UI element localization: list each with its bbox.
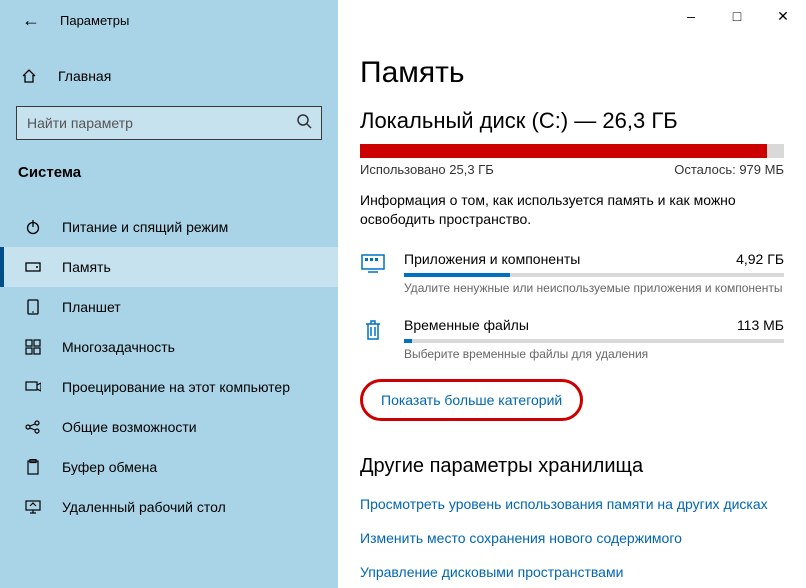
sidebar-item-label: Питание и спящий режим xyxy=(62,219,228,235)
other-storage-title: Другие параметры хранилища xyxy=(360,455,784,478)
search-input[interactable] xyxy=(16,106,322,140)
main-content: – □ ✕ Память Локальный диск (C:) — 26,3 … xyxy=(338,0,806,588)
used-label: Использовано 25,3 ГБ xyxy=(360,162,494,177)
category-apps[interactable]: Приложения и компоненты 4,92 ГБ Удалите … xyxy=(360,251,784,295)
sidebar-item-label: Планшет xyxy=(62,299,121,315)
shared-icon xyxy=(24,419,42,435)
show-more-categories-link[interactable]: Показать больше категорий xyxy=(360,379,583,421)
sidebar-item-label: Многозадачность xyxy=(62,339,175,355)
multitask-icon xyxy=(24,339,42,355)
sidebar-item-label: Проецирование на этот компьютер xyxy=(62,379,290,395)
disk-label: Локальный диск (C:) — 26,3 ГБ xyxy=(360,108,784,134)
sidebar-item-label: Общие возможности xyxy=(62,419,197,435)
sidebar-item-project[interactable]: Проецирование на этот компьютер xyxy=(0,367,338,407)
home-label: Главная xyxy=(58,68,111,84)
back-arrow-icon[interactable]: ← xyxy=(22,10,40,31)
sidebar-item-tablet[interactable]: Планшет xyxy=(0,287,338,327)
apps-icon xyxy=(360,251,386,295)
search-field-wrap xyxy=(16,106,322,140)
category-name: Временные файлы xyxy=(404,317,529,333)
sidebar-section-title: Система xyxy=(18,164,338,181)
maximize-button[interactable]: □ xyxy=(714,0,760,32)
page-title: Память xyxy=(360,56,784,90)
sidebar-item-clipboard[interactable]: Буфер обмена xyxy=(0,447,338,487)
category-name: Приложения и компоненты xyxy=(404,251,580,267)
link-storage-spaces[interactable]: Управление дисковыми пространствами xyxy=(360,564,784,580)
link-other-disks[interactable]: Просмотреть уровень использования памяти… xyxy=(360,496,784,512)
category-bar xyxy=(404,339,784,343)
sidebar-item-partial[interactable]: x xyxy=(0,187,338,207)
nav-list: x Питание и спящий режим Память Планшет … xyxy=(0,187,338,588)
close-button[interactable]: ✕ xyxy=(760,0,806,32)
search-icon xyxy=(296,113,312,134)
usage-bar-used xyxy=(360,144,767,158)
usage-labels: Использовано 25,3 ГБ Осталось: 979 МБ xyxy=(360,162,784,177)
clipboard-icon xyxy=(24,459,42,475)
link-change-save-location[interactable]: Изменить место сохранения нового содержи… xyxy=(360,530,784,546)
sidebar-item-label: Удаленный рабочий стол xyxy=(62,499,226,515)
sidebar-item-label: Буфер обмена xyxy=(62,459,157,475)
category-size: 4,92 ГБ xyxy=(736,251,784,267)
sidebar-item-shared[interactable]: Общие возможности xyxy=(0,407,338,447)
titlebar-left: ← Параметры xyxy=(0,0,338,40)
project-icon xyxy=(24,379,42,395)
category-hint: Выберите временные файлы для удаления xyxy=(404,347,784,361)
usage-bar-free xyxy=(767,144,784,158)
info-text: Информация о том, как используется памят… xyxy=(360,191,784,229)
category-bar xyxy=(404,273,784,277)
power-icon xyxy=(24,219,42,235)
sidebar-item-label: Память xyxy=(62,259,111,275)
sidebar-item-remote[interactable]: Удаленный рабочий стол xyxy=(0,487,338,527)
home-button[interactable]: Главная xyxy=(0,60,338,92)
window-title: Параметры xyxy=(60,13,129,28)
sidebar-item-multitask[interactable]: Многозадачность xyxy=(0,327,338,367)
storage-icon xyxy=(24,259,42,275)
free-label: Осталось: 979 МБ xyxy=(674,162,784,177)
category-size: 113 МБ xyxy=(737,317,784,333)
category-hint: Удалите ненужные или неиспользуемые прил… xyxy=(404,281,784,295)
home-icon xyxy=(20,68,38,84)
sidebar-item-storage[interactable]: Память xyxy=(0,247,338,287)
sidebar: ← Параметры Главная Система x Питание и … xyxy=(0,0,338,588)
minimize-button[interactable]: – xyxy=(668,0,714,32)
usage-bar xyxy=(360,144,784,158)
sidebar-item-power[interactable]: Питание и спящий режим xyxy=(0,207,338,247)
category-temp[interactable]: Временные файлы 113 МБ Выберите временны… xyxy=(360,317,784,361)
remote-icon xyxy=(24,499,42,515)
trash-icon xyxy=(360,317,386,361)
tablet-icon xyxy=(24,299,42,315)
window-controls: – □ ✕ xyxy=(668,0,806,32)
